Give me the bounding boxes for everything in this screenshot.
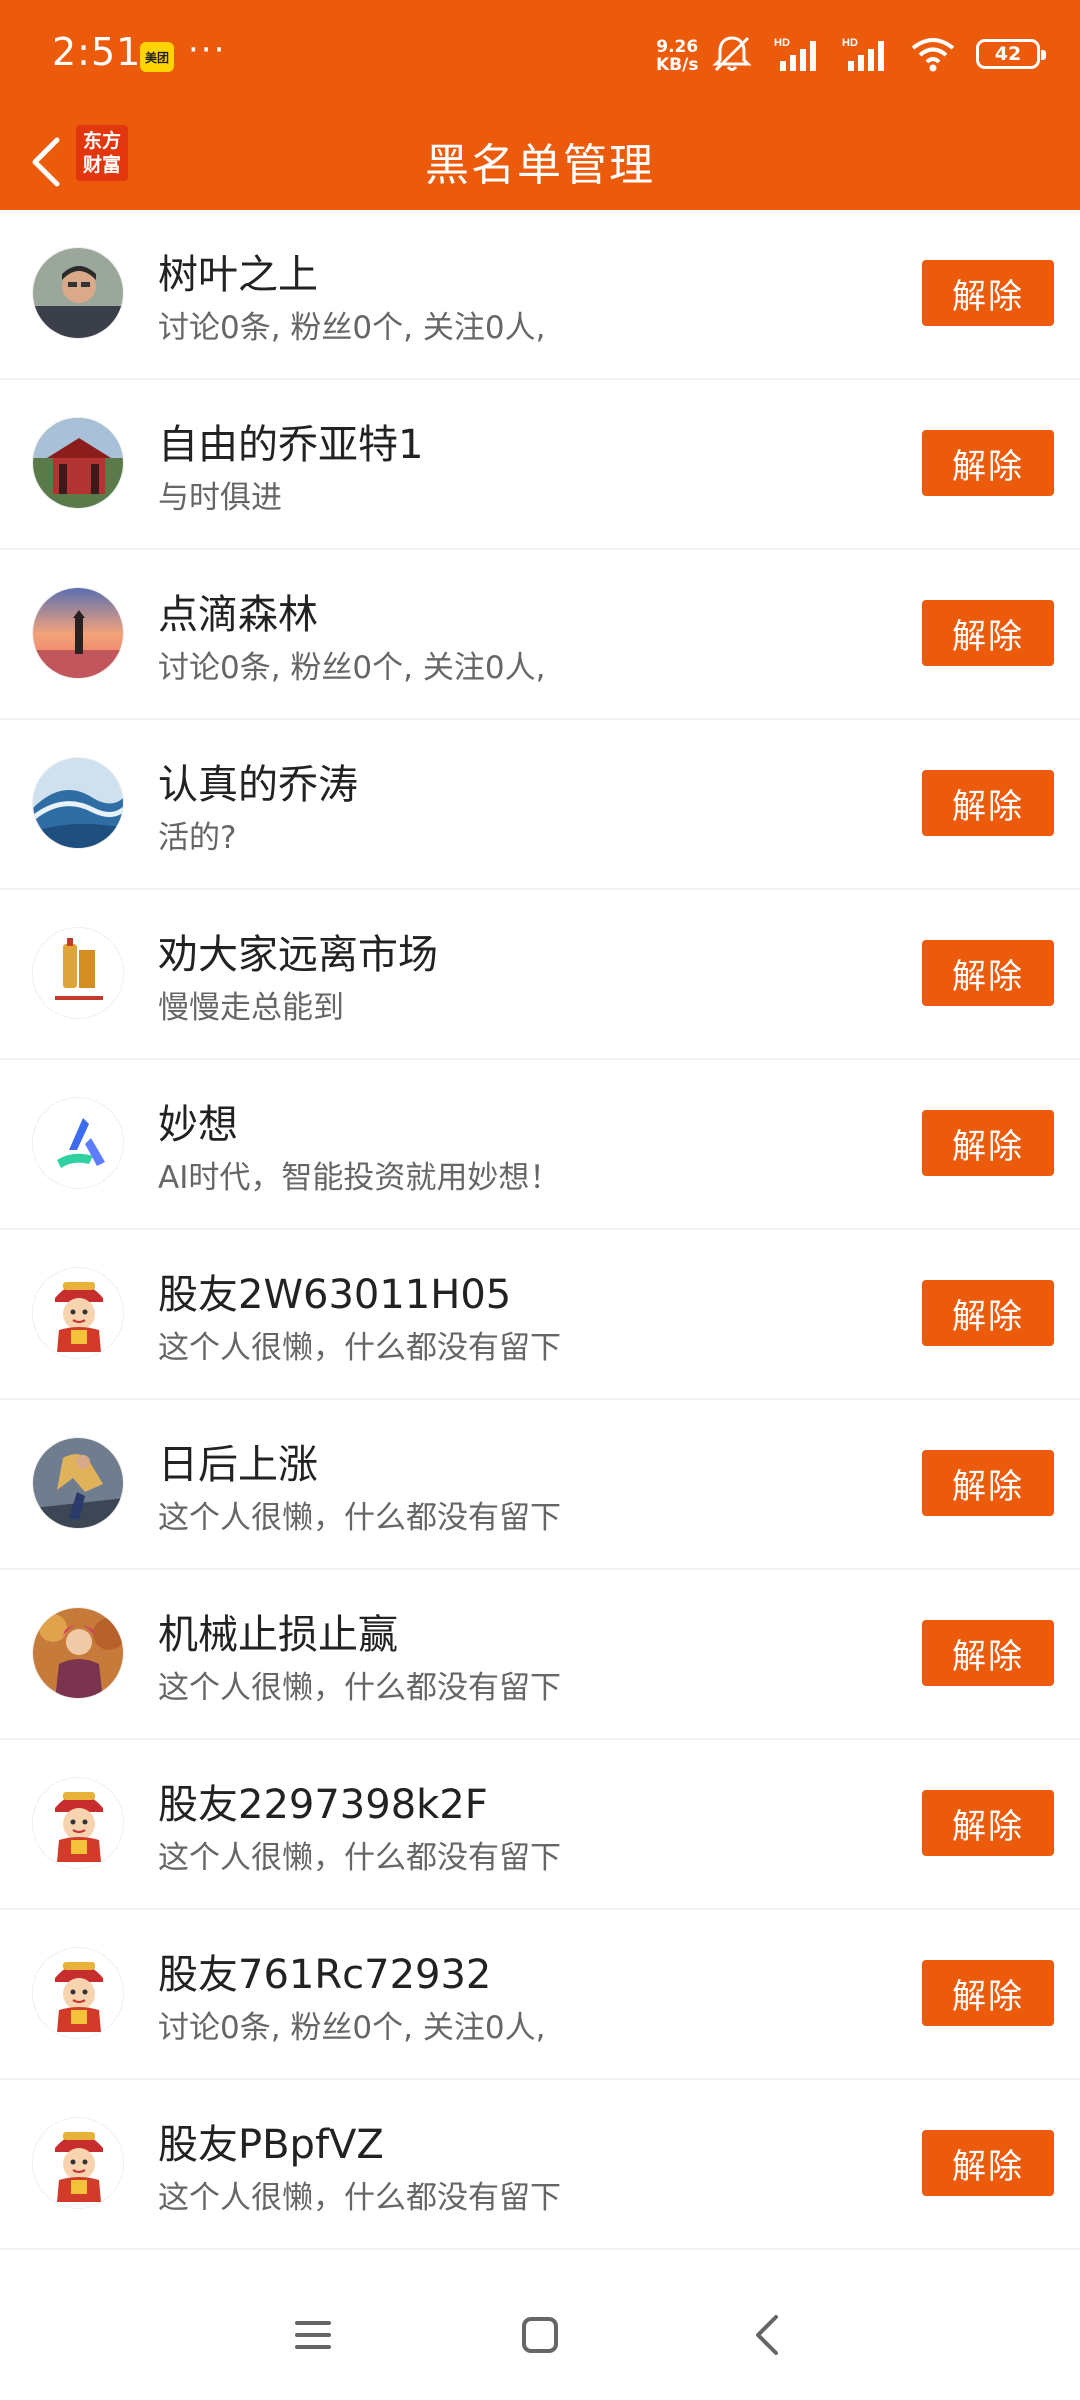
user-name[interactable]: 机械止损止赢 <box>158 1602 398 1660</box>
app-header: 2:51 美团 ··· 9.26 KB/s HD HD 42 东方 财富 黑名单… <box>0 0 1080 210</box>
user-name[interactable]: 点滴森林 <box>158 582 318 640</box>
user-bio: 与时俱进 <box>158 480 282 516</box>
user-name[interactable]: 日后上涨 <box>158 1432 318 1490</box>
avatar-default-mascot[interactable] <box>32 1947 124 2039</box>
user-name[interactable]: 认真的乔涛 <box>158 752 358 810</box>
blacklist-row-1: 树叶之上 讨论0条, 粉丝0个, 关注0人, 解除 <box>0 210 1080 380</box>
status-bar: 2:51 美团 ··· 9.26 KB/s HD HD 42 <box>0 0 1080 115</box>
avatar-liquor-ad[interactable] <box>32 927 124 1019</box>
user-bio: 讨论0条, 粉丝0个, 关注0人, <box>158 2010 546 2046</box>
unblock-button[interactable]: 解除 <box>922 600 1054 666</box>
unblock-button[interactable]: 解除 <box>922 1110 1054 1176</box>
blacklist-row-12: 股友PBpfVZ 这个人很懒，什么都没有留下 解除 <box>0 2080 1080 2250</box>
avatar-ocean-wave[interactable] <box>32 757 124 849</box>
network-speed: 9.26 KB/s <box>656 38 698 74</box>
blacklist-row-5: 劝大家远离市场 慢慢走总能到 解除 <box>0 890 1080 1060</box>
user-bio: 这个人很懒，什么都没有留下 <box>158 1670 561 1706</box>
status-time: 2:51 <box>52 30 142 74</box>
system-nav-bar <box>0 2270 1080 2400</box>
blacklist-row-4: 认真的乔涛 活的? 解除 <box>0 720 1080 890</box>
blacklist-row-3: 点滴森林 讨论0条, 粉丝0个, 关注0人, 解除 <box>0 550 1080 720</box>
unblock-button[interactable]: 解除 <box>922 1620 1054 1686</box>
user-name[interactable]: 股友2W63011H05 <box>158 1262 511 1320</box>
user-name[interactable]: 劝大家远离市场 <box>158 922 438 980</box>
home-square-icon <box>521 2317 558 2353</box>
user-bio: AI时代，智能投资就用妙想！ <box>158 1160 561 1196</box>
blacklist-row-6: 妙想 AI时代，智能投资就用妙想！ 解除 <box>0 1060 1080 1230</box>
wifi-icon <box>910 36 956 72</box>
blacklist: 树叶之上 讨论0条, 粉丝0个, 关注0人, 解除 自由的乔亚特1 与时俱进 解… <box>0 210 1080 2250</box>
unblock-button[interactable]: 解除 <box>922 1450 1054 1516</box>
avatar-lighthouse-sunset[interactable] <box>32 587 124 679</box>
user-name[interactable]: 股友2297398k2F <box>158 1772 488 1830</box>
user-bio: 慢慢走总能到 <box>158 990 344 1026</box>
user-name[interactable]: 股友761Rc72932 <box>158 1942 491 2000</box>
svg-text:HD: HD <box>774 37 790 49</box>
mute-bell-icon <box>710 34 754 74</box>
unblock-button[interactable]: 解除 <box>922 1790 1054 1856</box>
avatar-pavilion-photo[interactable] <box>32 417 124 509</box>
user-bio: 讨论0条, 粉丝0个, 关注0人, <box>158 310 546 346</box>
blacklist-row-9: 机械止损止赢 这个人很懒，什么都没有留下 解除 <box>0 1570 1080 1740</box>
blacklist-row-8: 日后上涨 这个人很懒，什么都没有留下 解除 <box>0 1400 1080 1570</box>
system-back-button[interactable] <box>727 2295 807 2375</box>
page-title: 黑名单管理 <box>425 140 655 191</box>
avatar-girl-autumn[interactable] <box>32 1607 124 1699</box>
user-bio: 这个人很懒，什么都没有留下 <box>158 1330 561 1366</box>
avatar-man-photo[interactable] <box>32 247 124 339</box>
recent-apps-button[interactable] <box>273 2295 353 2375</box>
blacklist-row-7: 股友2W63011H05 这个人很懒，什么都没有留下 解除 <box>0 1230 1080 1400</box>
meituan-notification-icon: 美团 <box>140 42 174 72</box>
network-speed-unit: KB/s <box>656 55 699 75</box>
blacklist-row-11: 股友761Rc72932 讨论0条, 粉丝0个, 关注0人, 解除 <box>0 1910 1080 2080</box>
status-icons: HD HD 42 <box>710 34 1046 74</box>
nav-bar: 东方 财富 黑名单管理 <box>0 115 1080 210</box>
unblock-button[interactable]: 解除 <box>922 2130 1054 2196</box>
user-bio: 这个人很懒，什么都没有留下 <box>158 2180 561 2216</box>
blacklist-row-10: 股友2297398k2F 这个人很懒，什么都没有留下 解除 <box>0 1740 1080 1910</box>
avatar-default-mascot[interactable] <box>32 1267 124 1359</box>
signal-hd-1-icon: HD <box>774 35 822 73</box>
back-triangle-icon <box>755 2315 778 2355</box>
avatar-miaoxiang-logo[interactable] <box>32 1097 124 1189</box>
battery-icon: 42 <box>976 39 1046 69</box>
user-bio: 讨论0条, 粉丝0个, 关注0人, <box>158 650 546 686</box>
unblock-button[interactable]: 解除 <box>922 1960 1054 2026</box>
user-bio: 活的? <box>158 820 237 856</box>
unblock-button[interactable]: 解除 <box>922 1280 1054 1346</box>
unblock-button[interactable]: 解除 <box>922 430 1054 496</box>
user-name[interactable]: 自由的乔亚特1 <box>158 412 423 470</box>
user-bio: 这个人很懒，什么都没有留下 <box>158 1500 561 1536</box>
menu-icon <box>295 2321 332 2349</box>
user-bio: 这个人很懒，什么都没有留下 <box>158 1840 561 1876</box>
svg-text:HD: HD <box>842 37 858 49</box>
unblock-button[interactable]: 解除 <box>922 260 1054 326</box>
avatar-fighter-art[interactable] <box>32 1437 124 1529</box>
user-name[interactable]: 妙想 <box>158 1092 238 1150</box>
home-button[interactable] <box>500 2295 580 2375</box>
blacklist-row-2: 自由的乔亚特1 与时俱进 解除 <box>0 380 1080 550</box>
unblock-button[interactable]: 解除 <box>922 940 1054 1006</box>
avatar-default-mascot[interactable] <box>32 1777 124 1869</box>
avatar-default-mascot[interactable] <box>32 2117 124 2209</box>
more-notifications-icon: ··· <box>188 30 227 70</box>
network-speed-value: 9.26 <box>656 37 699 57</box>
unblock-button[interactable]: 解除 <box>922 770 1054 836</box>
user-name[interactable]: 股友PBpfVZ <box>158 2112 384 2170</box>
signal-hd-2-icon: HD <box>842 35 890 73</box>
user-name[interactable]: 树叶之上 <box>158 242 318 300</box>
